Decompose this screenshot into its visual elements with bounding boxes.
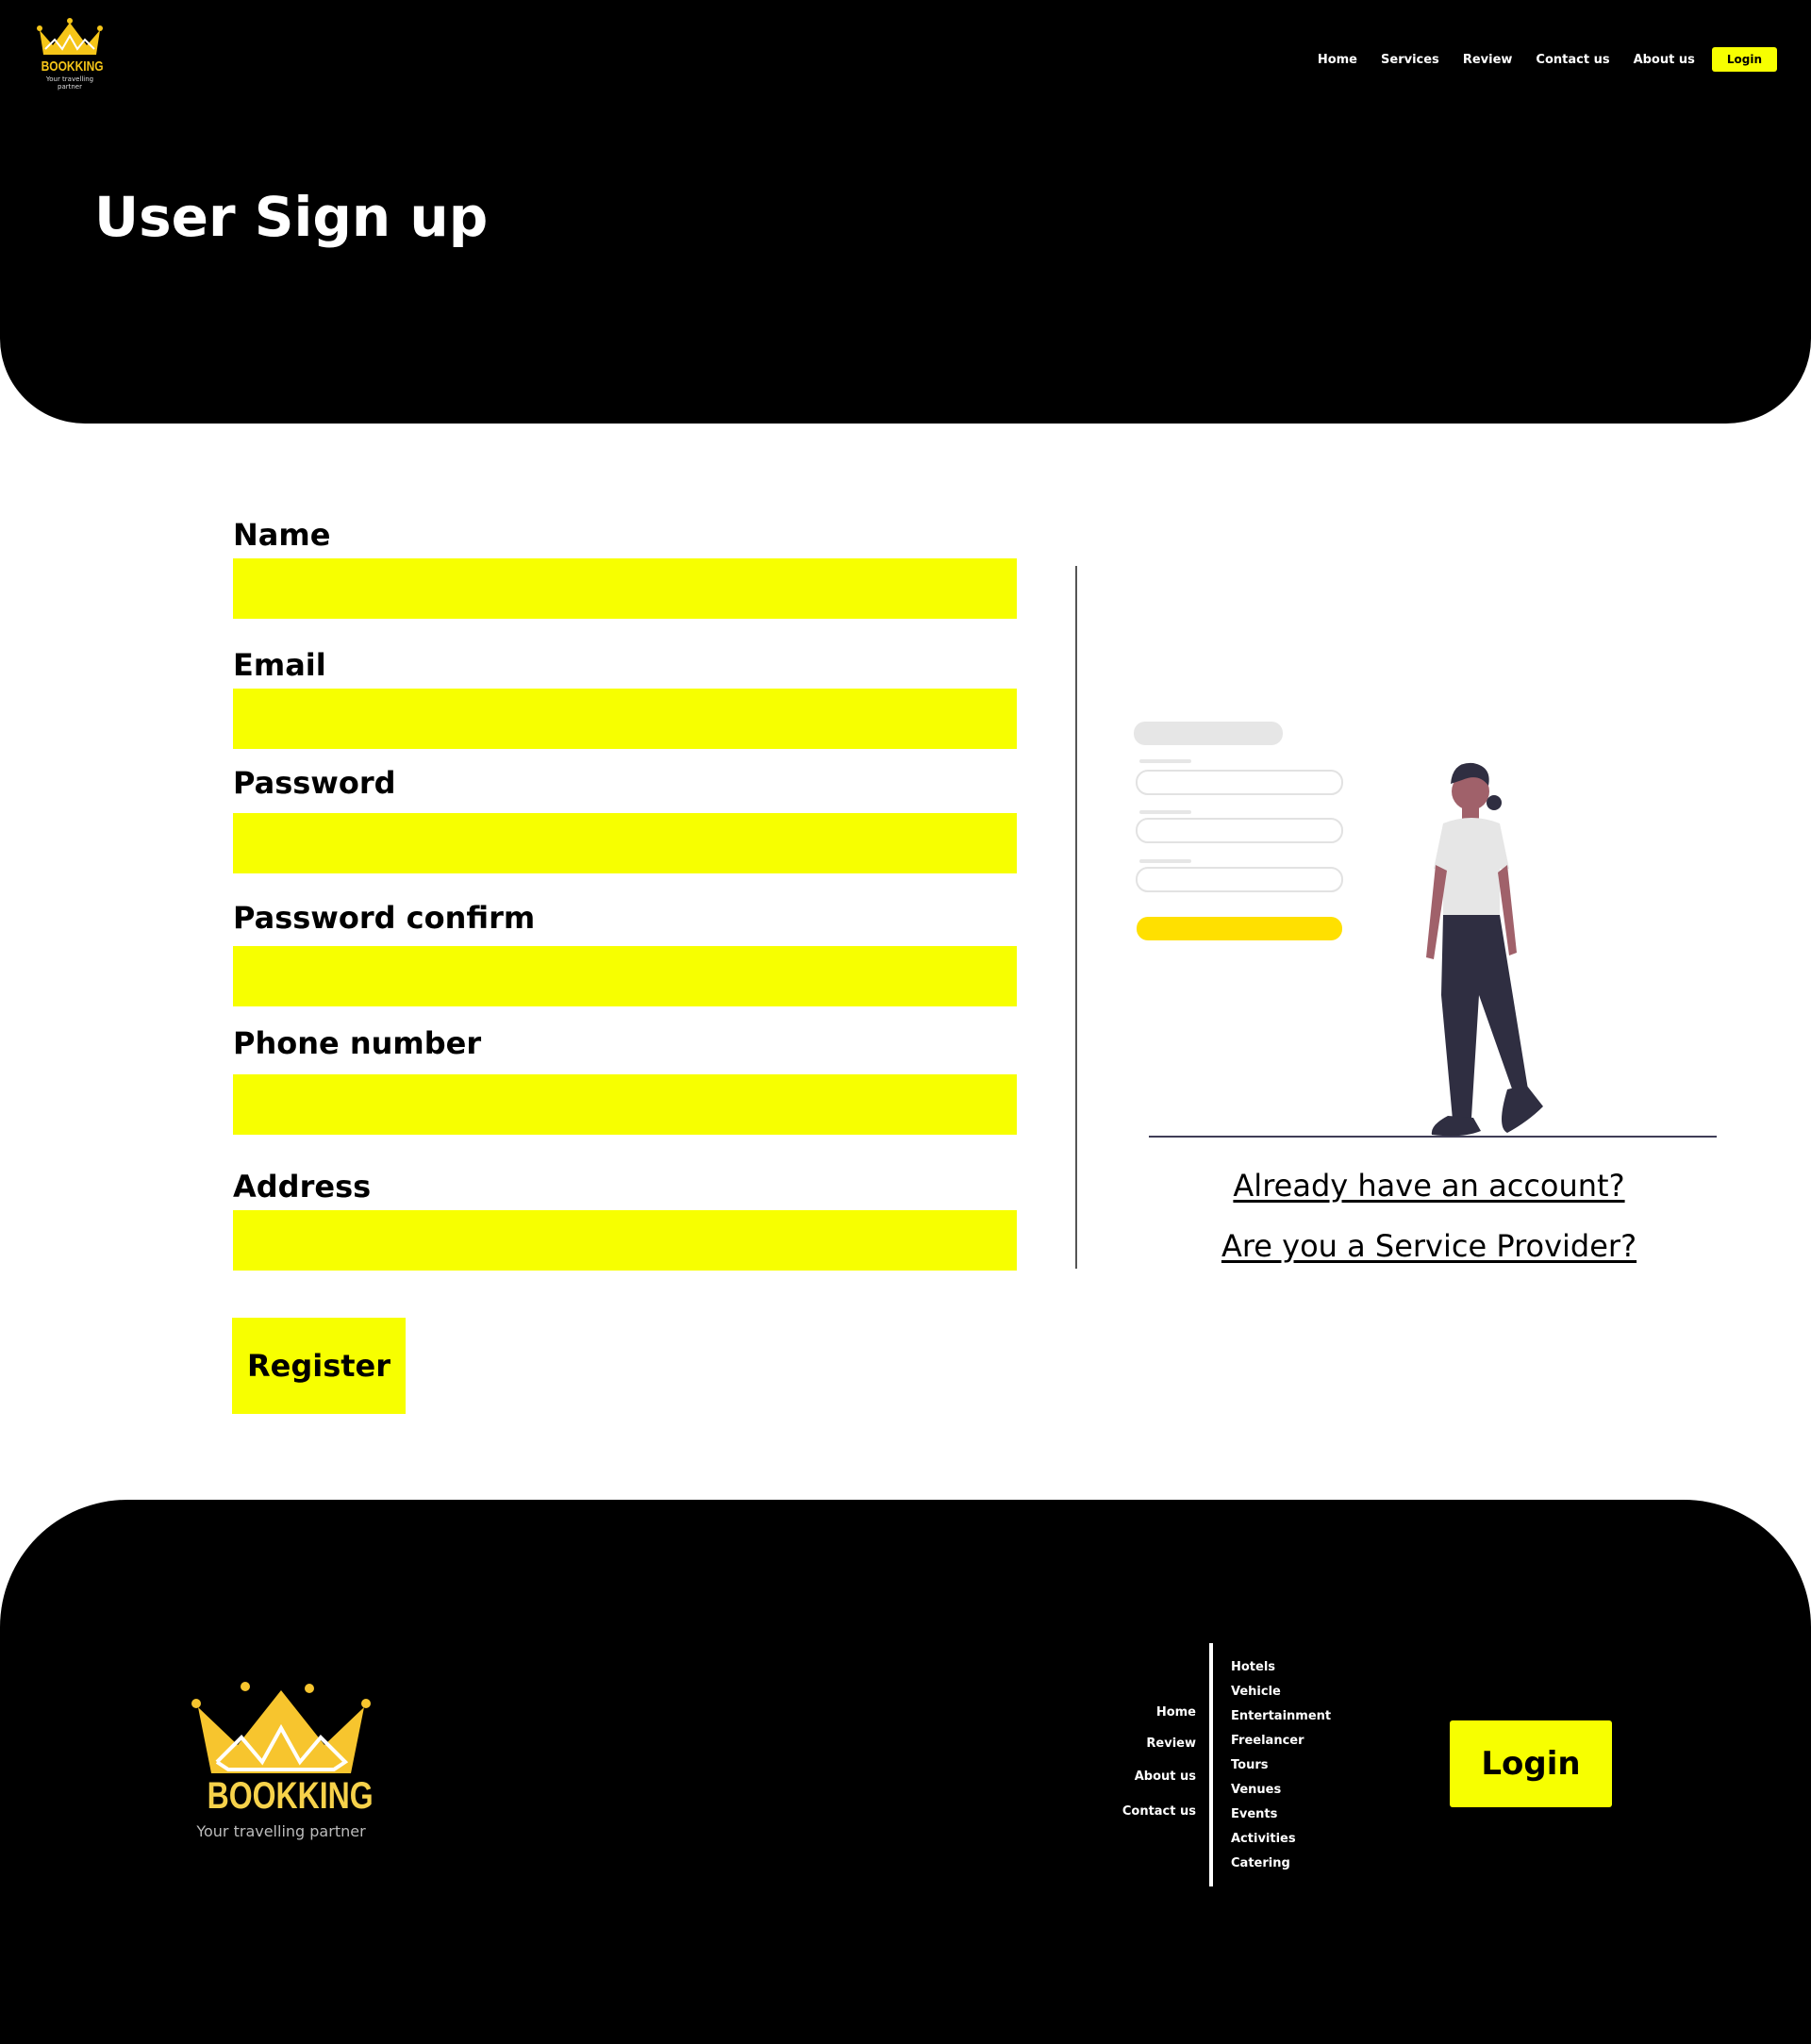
footer-nav-tours[interactable]: Tours bbox=[1231, 1758, 1268, 1772]
password-input[interactable] bbox=[233, 813, 1017, 873]
password-confirm-label: Password confirm bbox=[233, 900, 536, 936]
footer-nav-activities[interactable]: Activities bbox=[1231, 1832, 1296, 1846]
nav-home[interactable]: Home bbox=[1318, 53, 1357, 67]
footer-nav-freelancer[interactable]: Freelancer bbox=[1231, 1734, 1304, 1748]
header: BOOKKING Your travelling partner Home Se… bbox=[0, 0, 1811, 424]
brand-name: BOOKKING bbox=[41, 58, 104, 75]
footer-nav-catering[interactable]: Catering bbox=[1231, 1856, 1290, 1870]
already-have-account-link[interactable]: Already have an account? bbox=[1132, 1168, 1726, 1204]
password-confirm-input[interactable] bbox=[233, 946, 1017, 1006]
nav-review[interactable]: Review bbox=[1463, 53, 1513, 67]
password-label: Password bbox=[233, 765, 396, 801]
footer-brand-name: BOOKKING bbox=[207, 1775, 374, 1817]
register-button[interactable]: Register bbox=[232, 1318, 406, 1414]
footer-nav-venues[interactable]: Venues bbox=[1231, 1783, 1281, 1797]
nav-about-us[interactable]: About us bbox=[1634, 53, 1695, 67]
signup-illustration bbox=[1134, 722, 1717, 1138]
name-label: Name bbox=[233, 517, 331, 553]
footer-login-button[interactable]: Login bbox=[1450, 1720, 1612, 1807]
brand-logo[interactable]: BOOKKING Your travelling partner bbox=[34, 17, 106, 91]
footer-nav-vehicle[interactable]: Vehicle bbox=[1231, 1685, 1281, 1699]
nav-services[interactable]: Services bbox=[1381, 53, 1439, 67]
phone-number-input[interactable] bbox=[233, 1074, 1017, 1135]
name-input[interactable] bbox=[233, 558, 1017, 619]
footer-brand-tagline: Your travelling partner bbox=[196, 1822, 366, 1840]
crown-icon bbox=[191, 1682, 371, 1773]
brand-tagline: Your travelling partner bbox=[45, 75, 94, 91]
address-input[interactable] bbox=[233, 1210, 1017, 1271]
top-nav: Home Services Review Contact us About us… bbox=[1294, 45, 1777, 74]
email-input[interactable] bbox=[233, 689, 1017, 749]
footer-nav-entertainment[interactable]: Entertainment bbox=[1231, 1709, 1331, 1723]
footer-brand-logo[interactable]: BOOKKING Your travelling partner bbox=[189, 1679, 374, 1868]
footer-nav-events[interactable]: Events bbox=[1231, 1807, 1277, 1821]
nav-contact-us[interactable]: Contact us bbox=[1536, 53, 1609, 67]
address-label: Address bbox=[233, 1169, 372, 1205]
footer-nav-review[interactable]: Review bbox=[1146, 1737, 1196, 1751]
email-label: Email bbox=[233, 647, 326, 683]
nav-login-button[interactable]: Login bbox=[1711, 47, 1777, 72]
footer-nav-about-us[interactable]: About us bbox=[1135, 1770, 1196, 1784]
form-divider bbox=[1075, 566, 1077, 1269]
page-title: User Sign up bbox=[94, 185, 489, 249]
phone-number-label: Phone number bbox=[233, 1025, 482, 1061]
footer-nav-contact-us[interactable]: Contact us bbox=[1122, 1804, 1196, 1819]
footer-divider bbox=[1209, 1643, 1213, 1886]
footer-nav-hotels[interactable]: Hotels bbox=[1231, 1660, 1275, 1674]
footer-nav-home[interactable]: Home bbox=[1156, 1705, 1196, 1720]
service-provider-link[interactable]: Are you a Service Provider? bbox=[1132, 1228, 1726, 1264]
crown-icon bbox=[37, 18, 103, 55]
